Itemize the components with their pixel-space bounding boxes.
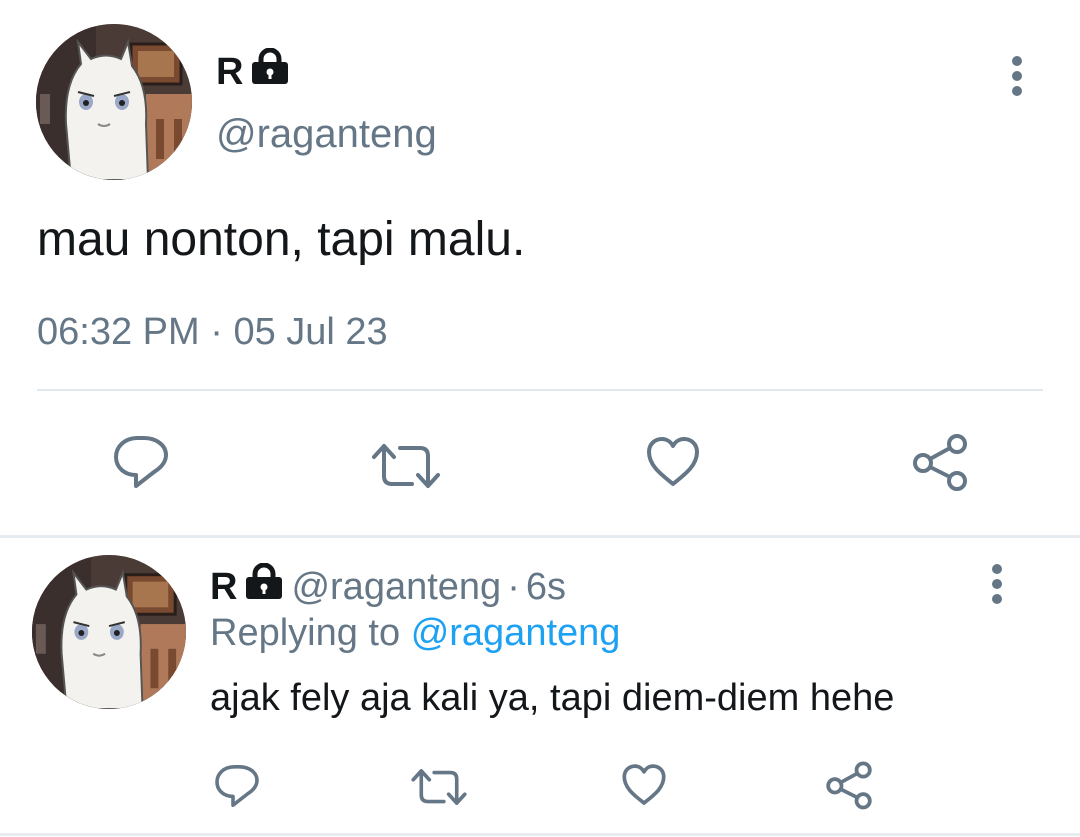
section-divider	[0, 535, 1080, 538]
reply-icon[interactable]	[212, 762, 262, 810]
reply-tweet-text: ajak fely aja kali ya, tapi diem-diem he…	[210, 677, 895, 719]
moomin-avatar-icon	[32, 555, 186, 709]
reply-display-name[interactable]: R	[210, 566, 237, 609]
lock-icon	[249, 47, 291, 96]
more-vertical-icon[interactable]	[986, 563, 1008, 605]
divider	[37, 389, 1043, 391]
share-icon[interactable]	[910, 432, 970, 492]
main-tweet-timestamp[interactable]: 06:32 PM · 05 Jul 23	[37, 311, 388, 354]
main-handle[interactable]: @raganteng	[216, 112, 437, 157]
moomin-avatar-icon	[36, 24, 192, 180]
retweet-icon[interactable]	[370, 440, 442, 492]
meta-separator: ·	[507, 565, 520, 608]
section-divider	[0, 833, 1080, 836]
retweet-icon[interactable]	[410, 766, 468, 808]
main-avatar[interactable]	[36, 24, 192, 180]
reply-handle[interactable]: @raganteng	[291, 566, 501, 609]
replying-to-handle-link[interactable]: @raganteng	[411, 612, 621, 654]
lock-icon	[243, 562, 285, 611]
replying-to: Replying to @raganteng	[210, 612, 620, 655]
reply-age: 6s	[525, 565, 566, 608]
meta-separator: ·	[210, 311, 223, 353]
tweet-time: 06:32 PM	[37, 311, 200, 353]
tweet-date: 05 Jul 23	[233, 311, 388, 353]
main-display-name[interactable]: R	[216, 51, 243, 94]
main-tweet-text: mau nonton, tapi malu.	[37, 213, 526, 266]
like-icon[interactable]	[620, 762, 668, 808]
reply-icon[interactable]	[110, 432, 172, 492]
more-vertical-icon[interactable]	[1006, 55, 1028, 97]
like-icon[interactable]	[644, 434, 702, 490]
share-icon[interactable]	[824, 760, 874, 810]
replying-to-label: Replying to	[210, 612, 401, 654]
reply-avatar[interactable]	[32, 555, 186, 709]
main-display-name-row[interactable]: R	[216, 47, 291, 96]
reply-header[interactable]: R @raganteng · 6s	[210, 562, 566, 611]
